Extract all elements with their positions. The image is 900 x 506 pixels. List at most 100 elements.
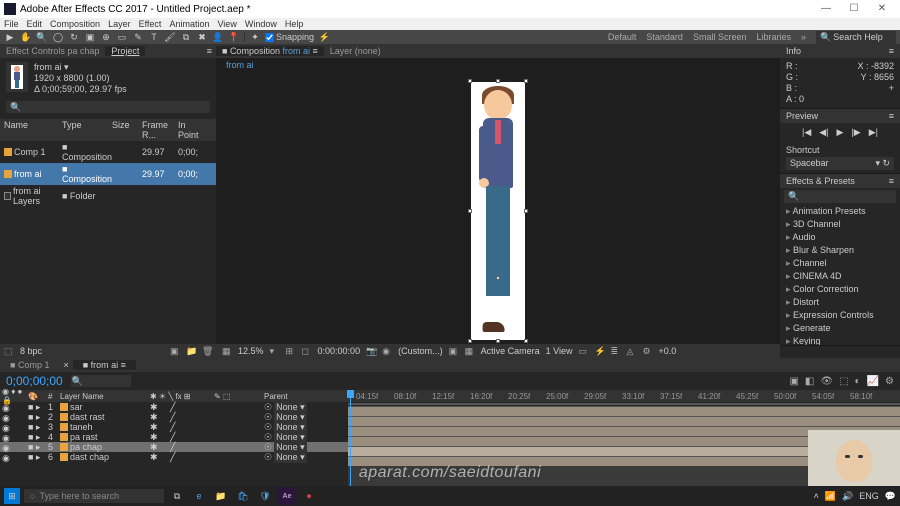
tab-project[interactable]: Project: [105, 46, 145, 56]
workspace-default[interactable]: Default: [608, 32, 637, 42]
renderer-icon[interactable]: ⚙: [642, 346, 652, 356]
project-row[interactable]: from ai Layers■ Folder: [0, 185, 216, 207]
tab-effect-controls[interactable]: Effect Controls pa chap: [0, 46, 105, 56]
close-button[interactable]: ✕: [868, 0, 896, 18]
ae-icon[interactable]: Ae: [278, 487, 296, 505]
panel-menu-icon[interactable]: ≡: [889, 111, 894, 121]
menu-layer[interactable]: Layer: [106, 19, 133, 29]
camera-tool-icon[interactable]: ▣: [84, 31, 96, 43]
timeline-layer[interactable]: ◉■ ▸1sar✱ ╱☉ None ▾: [0, 402, 348, 412]
ep-category[interactable]: Keying: [780, 335, 900, 345]
tab-composition[interactable]: ■ Composition from ai ≡: [216, 46, 324, 56]
workspace-more-icon[interactable]: »: [801, 32, 806, 42]
composition-viewer[interactable]: [216, 72, 780, 344]
ep-category[interactable]: Audio: [780, 231, 900, 244]
local-axis-icon[interactable]: ✦: [249, 31, 261, 43]
roto-tool-icon[interactable]: 👤: [212, 31, 224, 43]
delete-icon[interactable]: 🗑: [202, 346, 212, 356]
network-icon[interactable]: 📶: [825, 491, 836, 502]
puppet-tool-icon[interactable]: 📍: [228, 31, 240, 43]
ep-category[interactable]: CINEMA 4D: [780, 270, 900, 283]
play-icon[interactable]: ▶: [837, 127, 844, 138]
eraser-tool-icon[interactable]: ✖: [196, 31, 208, 43]
language-icon[interactable]: ENG: [859, 491, 879, 501]
fast-preview-icon[interactable]: ⚡: [594, 346, 604, 356]
project-row[interactable]: from ai■ Composition29.970;00;: [0, 163, 216, 185]
panel-menu-icon[interactable]: ≡: [203, 46, 216, 56]
col-parent[interactable]: Parent: [264, 392, 314, 401]
project-search-input[interactable]: [6, 101, 210, 113]
ep-search-input[interactable]: 🔍: [784, 190, 896, 203]
roi-icon[interactable]: ▣: [449, 346, 459, 356]
snapping-opt-icon[interactable]: ⚡: [318, 31, 330, 43]
ep-category[interactable]: Animation Presets: [780, 205, 900, 218]
zoom-tool-icon[interactable]: 🔍: [36, 31, 48, 43]
ep-category[interactable]: Generate: [780, 322, 900, 335]
orbit-tool-icon[interactable]: ◯: [52, 31, 64, 43]
interpret-icon[interactable]: ⬚: [4, 346, 14, 356]
hand-tool-icon[interactable]: ✋: [20, 31, 32, 43]
camera-dropdown[interactable]: Active Camera: [481, 346, 540, 356]
tab-layer[interactable]: Layer (none): [324, 46, 387, 56]
tl-tab-close-icon[interactable]: ×: [59, 360, 72, 370]
ep-panel-title[interactable]: Effects & Presets: [786, 176, 855, 186]
snapping-checkbox[interactable]: [265, 33, 274, 42]
ep-category[interactable]: Distort: [780, 296, 900, 309]
frame-blend-icon[interactable]: ⬚: [839, 376, 848, 387]
timeline-icon[interactable]: ≣: [610, 346, 620, 356]
mask-icon[interactable]: ◻: [302, 346, 312, 356]
minimize-button[interactable]: —: [812, 0, 840, 18]
volume-icon[interactable]: 🔊: [842, 491, 853, 502]
col-size[interactable]: Size: [112, 120, 140, 140]
timeline-layer[interactable]: ◉■ ▸3taneh✱ ╱☉ None ▾: [0, 422, 348, 432]
start-button[interactable]: ⊞: [4, 488, 20, 504]
menu-edit[interactable]: Edit: [25, 19, 45, 29]
exposure-value[interactable]: +0.0: [658, 346, 676, 356]
panel-menu-icon[interactable]: ≡: [889, 46, 894, 56]
help-search[interactable]: 🔍 Search Help: [816, 31, 896, 44]
pen-tool-icon[interactable]: ✎: [132, 31, 144, 43]
graph-icon[interactable]: 📈: [867, 376, 879, 387]
time-value[interactable]: 0:00:00:00: [318, 346, 361, 356]
panel-menu-icon[interactable]: ≡: [889, 176, 894, 186]
timeline-scrollbar[interactable]: [348, 403, 900, 405]
timeline-search-input[interactable]: [71, 375, 131, 387]
timeline-layer[interactable]: ◉■ ▸5pa chap✱ ╱☉ None ▾: [0, 442, 348, 452]
new-folder-icon[interactable]: 📁: [186, 346, 196, 356]
motion-blur-icon[interactable]: ◐: [855, 376, 861, 387]
maximize-button[interactable]: ☐: [840, 0, 868, 18]
snapshot-icon[interactable]: 📷: [366, 346, 376, 356]
text-tool-icon[interactable]: T: [148, 31, 160, 43]
tl-tab-comp1[interactable]: ■ Comp 1: [0, 360, 59, 370]
record-icon[interactable]: ⏺: [300, 487, 318, 505]
next-frame-icon[interactable]: |▶: [851, 127, 860, 138]
menu-help[interactable]: Help: [283, 19, 306, 29]
bpc-label[interactable]: 8 bpc: [20, 346, 42, 356]
timecode[interactable]: 0;00;00;00: [6, 374, 63, 388]
taskview-icon[interactable]: ⧉: [168, 487, 186, 505]
channel-icon[interactable]: ◉: [382, 346, 392, 356]
zoom-value[interactable]: 12.5%: [238, 346, 264, 356]
menu-animation[interactable]: Animation: [167, 19, 211, 29]
menu-view[interactable]: View: [215, 19, 238, 29]
timeline-layer[interactable]: ◉■ ▸6dast chap✱ ╱☉ None ▾: [0, 452, 348, 462]
last-frame-icon[interactable]: ▶|: [869, 127, 878, 138]
res-dropdown[interactable]: (Custom...): [398, 346, 443, 356]
brush-tool-icon[interactable]: 🖌: [164, 31, 176, 43]
rotate-tool-icon[interactable]: ↻: [68, 31, 80, 43]
timeline-layer[interactable]: ◉■ ▸2dast rast✱ ╱☉ None ▾: [0, 412, 348, 422]
menu-composition[interactable]: Composition: [48, 19, 102, 29]
trans-grid-icon[interactable]: ▦: [465, 346, 475, 356]
shortcut-dropdown[interactable]: Spacebar ▾ ↻: [786, 157, 894, 170]
ep-category[interactable]: Channel: [780, 257, 900, 270]
info-panel-title[interactable]: Info: [786, 46, 801, 56]
menu-effect[interactable]: Effect: [137, 19, 164, 29]
shape-tool-icon[interactable]: ▭: [116, 31, 128, 43]
timeline-track[interactable]: [348, 406, 900, 416]
timeline-layer[interactable]: ◉■ ▸4pa rast✱ ╱☉ None ▾: [0, 432, 348, 442]
comp-breadcrumb[interactable]: from ai: [226, 60, 254, 70]
snapping-toggle[interactable]: Snapping: [265, 32, 314, 42]
col-in[interactable]: In Point: [178, 120, 208, 140]
timeline-track[interactable]: [348, 416, 900, 426]
ep-category[interactable]: 3D Channel: [780, 218, 900, 231]
